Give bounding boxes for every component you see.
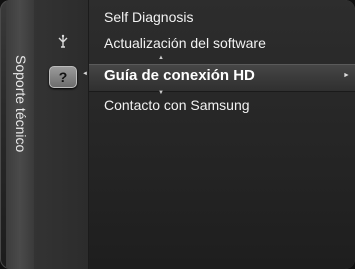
help-icon[interactable]: ? <box>49 66 77 88</box>
menu-item-self-diagnosis[interactable]: Self Diagnosis <box>104 9 194 25</box>
category-strip: Soporte técnico <box>6 0 35 269</box>
category-label: Soporte técnico <box>13 55 29 153</box>
left-arrow-icon[interactable]: ◄ <box>82 71 88 77</box>
scroll-down-icon[interactable]: ▼ <box>158 90 164 96</box>
right-arrow-icon[interactable]: ► <box>343 72 350 79</box>
menu-item-software-update[interactable]: Actualización del software <box>104 35 266 51</box>
menu-item-contact-samsung[interactable]: Contacto con Samsung <box>104 97 250 113</box>
menu-frame: Soporte técnico ? ◄ Self Diagnosis Actua… <box>0 0 355 269</box>
menu-item-hd-connection-guide[interactable]: Guía de conexión HD <box>104 67 255 84</box>
help-icon-glyph: ? <box>58 69 68 85</box>
tv-menu-screen: Soporte técnico ? ◄ Self Diagnosis Actua… <box>0 0 355 269</box>
scroll-up-icon[interactable]: ▲ <box>158 55 164 61</box>
antenna-icon <box>58 34 68 48</box>
